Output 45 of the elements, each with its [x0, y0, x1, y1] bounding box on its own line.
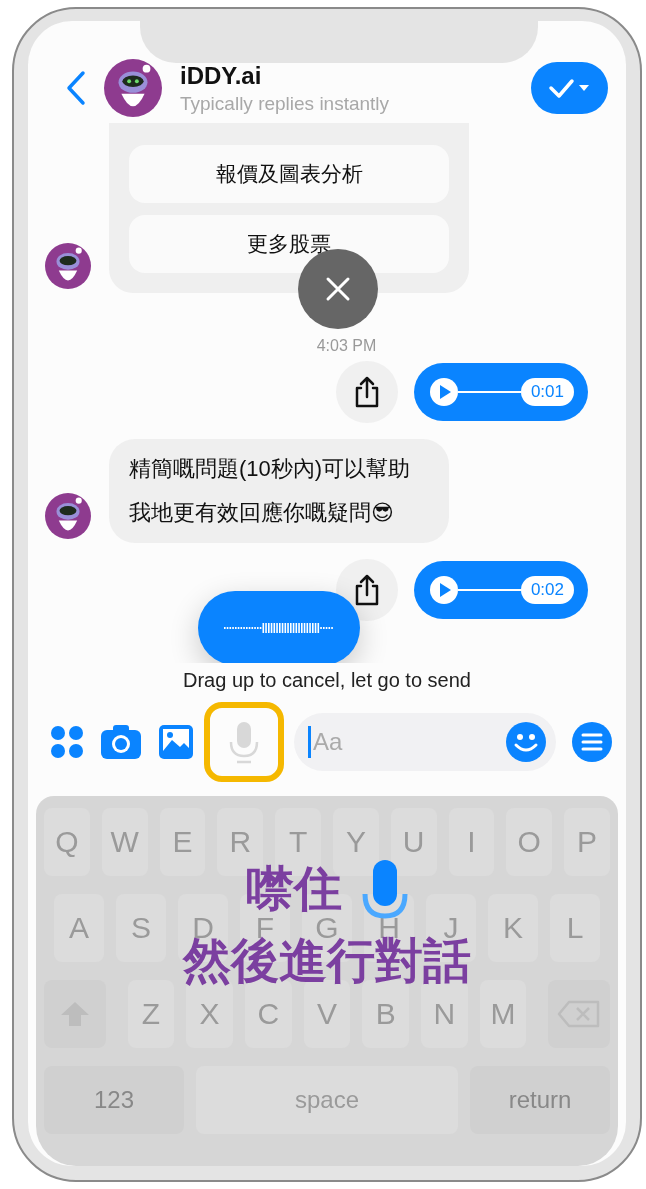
keyboard-key[interactable]: I [448, 808, 495, 876]
image-icon[interactable] [158, 724, 194, 760]
message-bubble: 精簡嘅問題(10秒內)可以幫助我地更有效回應你嘅疑問😎 [109, 439, 449, 543]
quick-reply-button[interactable]: 更多股票 [129, 215, 449, 273]
keyboard-key[interactable]: Z [127, 980, 175, 1048]
camera-icon[interactable] [100, 724, 142, 760]
chat-title: iDDY.ai [180, 61, 263, 90]
keyboard-key[interactable]: Q [44, 808, 90, 876]
menu-icon[interactable] [572, 722, 612, 762]
microphone-icon [227, 720, 261, 764]
keyboard-key[interactable]: K [488, 894, 538, 962]
robot-avatar-icon [45, 243, 91, 289]
keyboard-key[interactable]: E [159, 808, 206, 876]
apps-icon[interactable] [50, 725, 84, 759]
keyboard-key[interactable]: A [54, 894, 104, 962]
keyboard-key[interactable]: P [564, 808, 610, 876]
microphone-icon [362, 858, 408, 920]
status-text: Typically replies instantly [180, 92, 391, 115]
keyboard-key[interactable]: W [101, 808, 148, 876]
robot-avatar-icon [45, 493, 91, 539]
quick-reply-button[interactable]: 報價及圖表分析 [129, 145, 449, 203]
voice-message[interactable]: 0:01 [414, 363, 588, 421]
check-dropdown-button[interactable] [531, 62, 608, 114]
keyboard-key[interactable]: Y [333, 808, 379, 876]
audio-duration: 0:02 [520, 576, 574, 604]
timestamp: 4:03 PM [316, 337, 377, 355]
emoji-icon[interactable] [506, 722, 546, 762]
keyboard-key[interactable]: return [470, 1066, 610, 1134]
keyboard-key[interactable]: O [506, 808, 553, 876]
keyboard-key[interactable]: L [550, 894, 600, 962]
robot-avatar-icon [104, 59, 162, 117]
check-caret-icon [547, 76, 592, 100]
audio-duration: 0:01 [520, 378, 574, 406]
close-icon [325, 276, 351, 302]
play-icon[interactable] [430, 378, 458, 406]
message-input[interactable]: Aa [311, 727, 506, 757]
keyboard-key[interactable]: 123 [44, 1066, 184, 1134]
play-icon[interactable] [430, 576, 458, 604]
keyboard-key[interactable]: M [479, 980, 527, 1048]
keyboard-key[interactable]: U [390, 808, 437, 876]
back-icon[interactable] [66, 70, 86, 106]
message-input-field[interactable]: Aa [294, 713, 556, 771]
voice-message[interactable]: 0:02 [414, 561, 588, 619]
keyboard-key[interactable]: S [116, 894, 166, 962]
keyboard-key[interactable]: space [196, 1066, 458, 1134]
